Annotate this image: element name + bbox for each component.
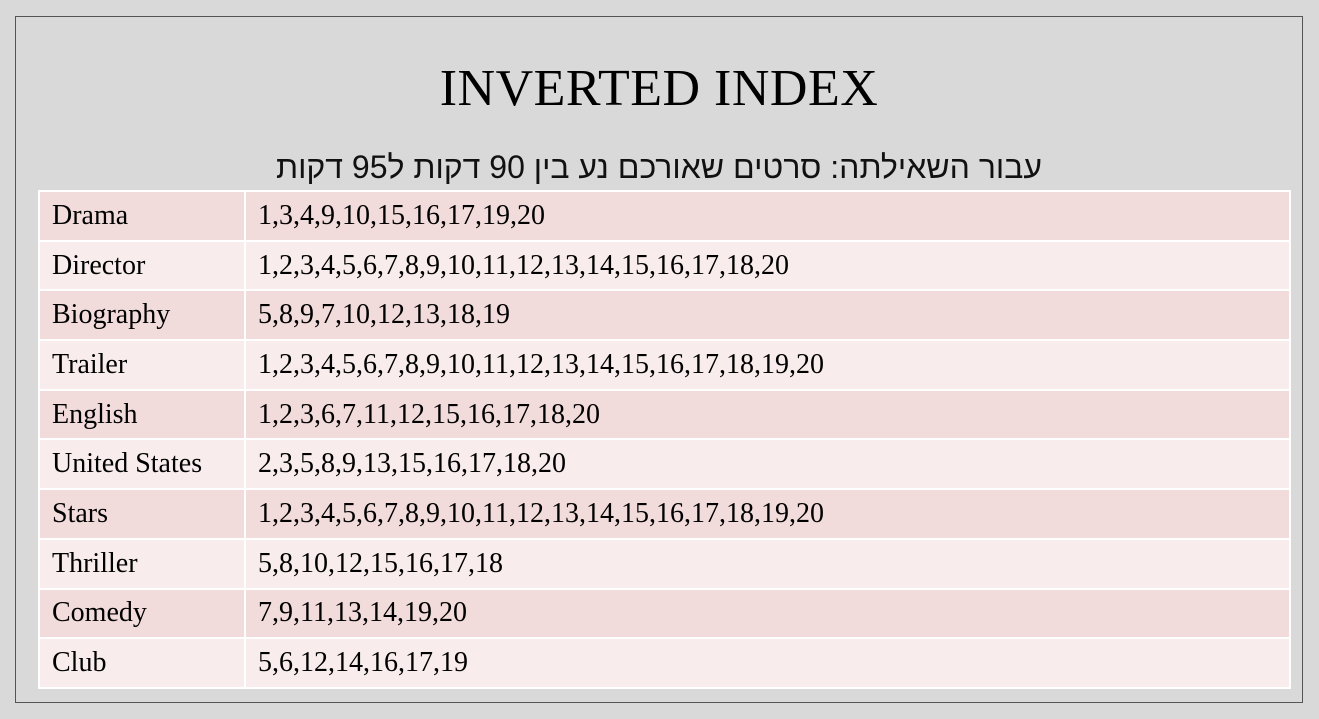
table-row: Biography 5,8,9,7,10,12,13,18,19 <box>38 289 1291 342</box>
table-row: United States 2,3,5,8,9,13,15,16,17,18,2… <box>38 438 1291 491</box>
term-cell: Club <box>38 637 246 689</box>
postings-cell: 5,8,10,12,15,16,17,18 <box>244 537 1291 590</box>
term-cell: Trailer <box>38 339 246 391</box>
postings-cell: 2,3,5,8,9,13,15,16,17,18,20 <box>244 438 1291 491</box>
term-cell: Director <box>38 239 246 292</box>
postings-cell: 1,2,3,4,5,6,7,8,9,10,11,12,13,14,15,16,1… <box>244 339 1291 391</box>
postings-cell: 1,2,3,4,5,6,7,8,9,10,11,12,13,14,15,16,1… <box>244 239 1291 292</box>
term-cell: English <box>38 388 246 441</box>
term-cell: Thriller <box>38 537 246 590</box>
table-row: English 1,2,3,6,7,11,12,15,16,17,18,20 <box>38 388 1291 441</box>
term-cell: Drama <box>38 190 246 242</box>
table-row: Drama 1,3,4,9,10,15,16,17,19,20 <box>38 190 1291 242</box>
postings-cell: 1,2,3,6,7,11,12,15,16,17,18,20 <box>244 388 1291 441</box>
table-row: Trailer 1,2,3,4,5,6,7,8,9,10,11,12,13,14… <box>38 339 1291 391</box>
term-cell: Stars <box>38 488 246 540</box>
table-row: Thriller 5,8,10,12,15,16,17,18 <box>38 537 1291 590</box>
inverted-index-table: Drama 1,3,4,9,10,15,16,17,19,20 Director… <box>38 190 1291 689</box>
table-row: Club 5,6,12,14,16,17,19 <box>38 637 1291 689</box>
postings-cell: 1,2,3,4,5,6,7,8,9,10,11,12,13,14,15,16,1… <box>244 488 1291 540</box>
term-cell: Comedy <box>38 587 246 640</box>
postings-cell: 1,3,4,9,10,15,16,17,19,20 <box>244 190 1291 242</box>
table-row: Stars 1,2,3,4,5,6,7,8,9,10,11,12,13,14,1… <box>38 488 1291 540</box>
query-subtitle: עבור השאילתה: סרטים שאורכם נע בין 90 דקו… <box>276 149 1042 185</box>
slide-title: INVERTED INDEX <box>439 60 879 117</box>
table-row: Comedy 7,9,11,13,14,19,20 <box>38 587 1291 640</box>
table-row: Director 1,2,3,4,5,6,7,8,9,10,11,12,13,1… <box>38 239 1291 292</box>
term-cell: Biography <box>38 289 246 342</box>
postings-cell: 5,6,12,14,16,17,19 <box>244 637 1291 689</box>
postings-cell: 5,8,9,7,10,12,13,18,19 <box>244 289 1291 342</box>
term-cell: United States <box>38 438 246 491</box>
postings-cell: 7,9,11,13,14,19,20 <box>244 587 1291 640</box>
